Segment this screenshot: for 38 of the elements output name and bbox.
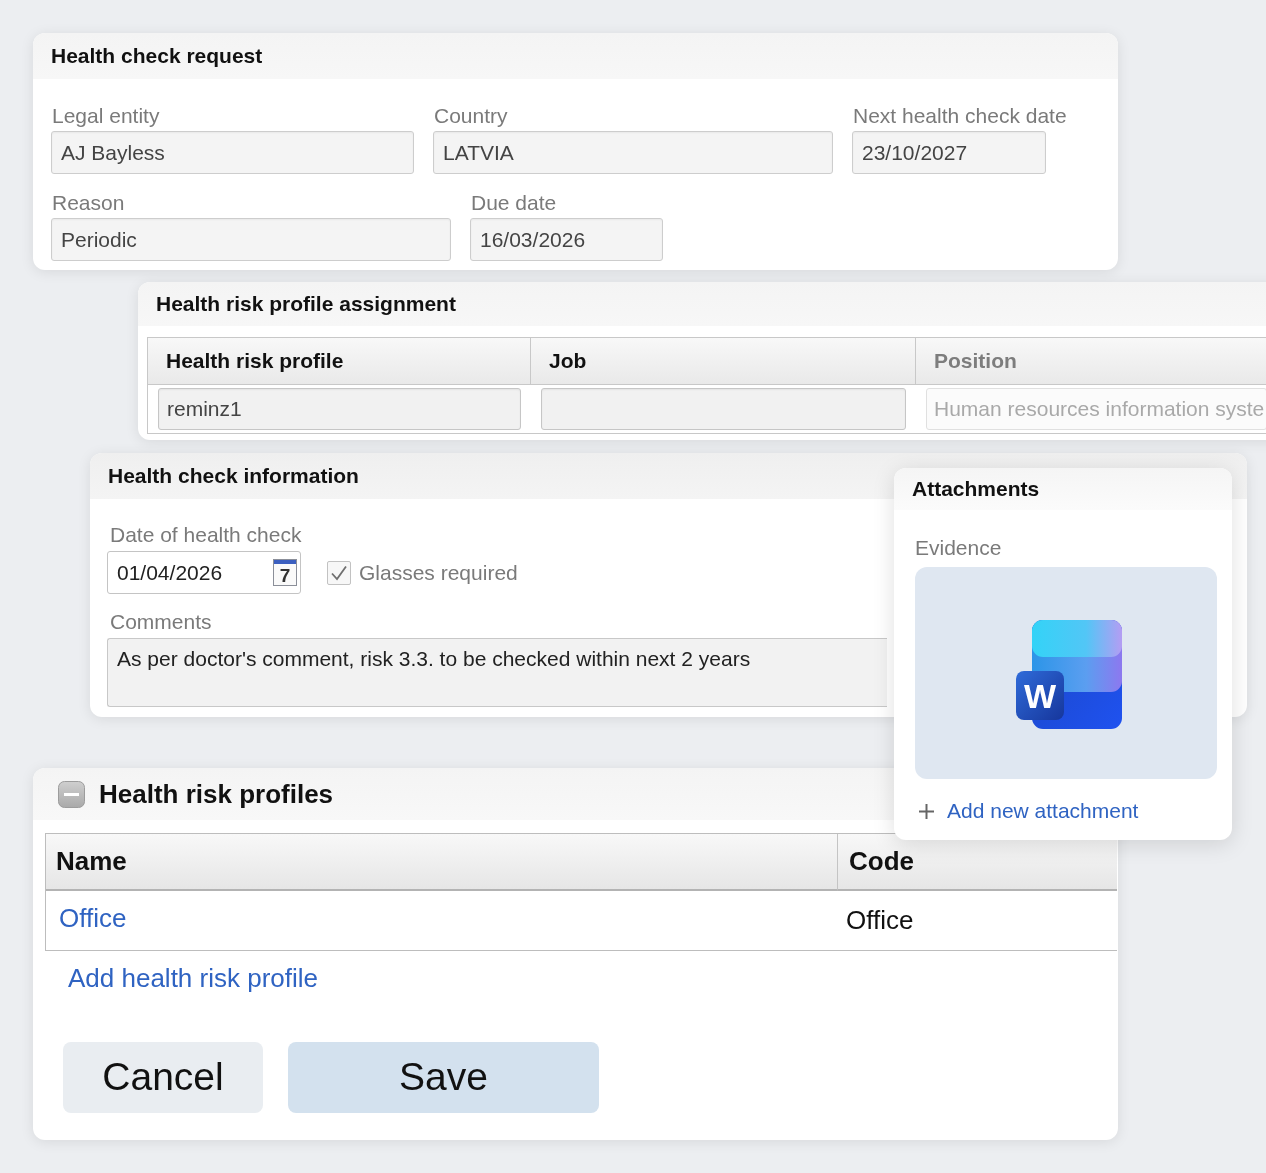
field-label: Evidence <box>915 536 1002 560</box>
calendar-icon[interactable]: 7 <box>273 559 297 586</box>
field-label: Comments <box>109 610 212 634</box>
card-title: Health check information <box>108 463 359 490</box>
save-button[interactable]: Save <box>288 1042 599 1113</box>
collapse-icon[interactable] <box>58 780 85 808</box>
text-field[interactable]: reminz1 <box>158 388 521 430</box>
field-label: Date of health check <box>109 523 302 547</box>
column-header: Name <box>46 834 838 891</box>
column-header: Code <box>838 834 1117 891</box>
date-field[interactable]: 01/04/2026 7 <box>107 551 301 594</box>
checkbox-label: Glasses required <box>359 559 518 586</box>
column-header: Job <box>531 338 916 385</box>
card-title: Health risk profile assignment <box>156 291 456 318</box>
text-field[interactable]: LATVIA <box>433 131 833 174</box>
text-field[interactable]: 16/03/2026 <box>470 218 663 261</box>
field-label: Country <box>433 104 508 128</box>
field-label: Legal entity <box>51 104 160 128</box>
card-title: Health check request <box>51 43 263 70</box>
plus-icon <box>919 803 934 819</box>
text-field[interactable]: 23/10/2027 <box>852 131 1046 174</box>
comments-field[interactable]: As per doctor's comment, risk 3.3. to be checked within next 2 years <box>107 638 887 707</box>
field-label: Next health check date <box>852 104 1067 128</box>
column-header: Health risk profile <box>148 338 531 385</box>
card-title: Attachments <box>912 476 1040 503</box>
card-title: Health risk profiles <box>99 777 334 811</box>
field-label: Reason <box>51 191 125 215</box>
profile-link[interactable]: Office <box>59 899 127 938</box>
table-cell-text: Office <box>846 904 914 937</box>
column-header: Position <box>916 338 1266 385</box>
text-field[interactable] <box>541 388 906 430</box>
file-preview[interactable]: W <box>915 567 1217 779</box>
text-field[interactable]: Periodic <box>51 218 451 261</box>
add-profile-link[interactable]: Add health risk profile <box>68 963 319 993</box>
cancel-button[interactable]: Cancel <box>63 1042 263 1113</box>
text-field[interactable]: AJ Bayless <box>51 131 414 174</box>
add-attachment-link[interactable]: Add new attachment <box>947 799 1139 823</box>
field-label: Due date <box>470 191 557 215</box>
